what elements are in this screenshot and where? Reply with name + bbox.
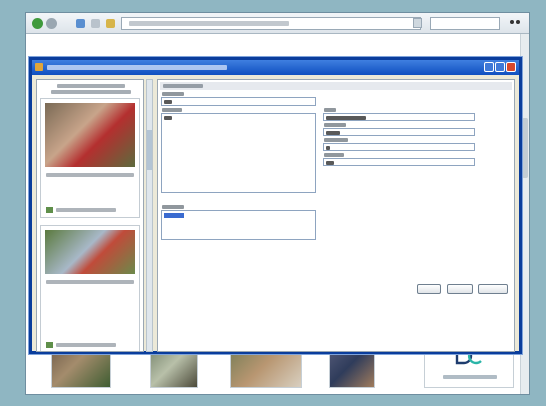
minimize-icon[interactable]: [484, 62, 494, 72]
image-list: [36, 79, 144, 352]
list-header: [57, 84, 125, 88]
text-field[interactable]: [323, 113, 475, 121]
field-value: [326, 161, 334, 165]
field-value: [164, 100, 172, 104]
text-field[interactable]: [323, 128, 475, 136]
list-item-link[interactable]: [56, 208, 116, 212]
web-page: [26, 34, 529, 394]
browser-window: [25, 12, 530, 395]
field-label: [162, 205, 184, 209]
field-value: [164, 116, 172, 120]
app-icon: [35, 63, 43, 71]
list-item-link[interactable]: [56, 343, 116, 347]
field-label: [324, 153, 344, 157]
toolbar-menu[interactable]: [510, 19, 524, 27]
back-arrow-icon[interactable]: [32, 18, 43, 29]
list-scrollbar[interactable]: [146, 79, 153, 352]
list-scrollbar-thumb[interactable]: [147, 130, 152, 170]
forward-arrow-icon[interactable]: [46, 18, 57, 29]
field-label: [162, 92, 184, 96]
reset-button[interactable]: [447, 284, 473, 294]
field-label: [162, 108, 182, 112]
list-item[interactable]: [40, 98, 140, 218]
image-icon: [46, 207, 53, 213]
field-value: [326, 131, 340, 135]
field-label: [324, 138, 348, 142]
edit-dialog: [29, 57, 522, 354]
home-icon[interactable]: [76, 19, 85, 28]
close-icon[interactable]: [506, 62, 516, 72]
list-subheader: [51, 90, 131, 94]
form-header-label: [163, 84, 203, 88]
browser-toolbar: [26, 13, 529, 34]
list-item-photo[interactable]: [45, 103, 135, 167]
save-button[interactable]: [417, 284, 441, 294]
list-item-caption: [46, 173, 134, 177]
text-field[interactable]: [161, 97, 316, 106]
address-bar[interactable]: [121, 17, 421, 30]
caption-textarea[interactable]: [161, 113, 316, 193]
page-scrollbar-thumb[interactable]: [522, 118, 528, 178]
list-item[interactable]: [40, 225, 140, 351]
star-icon[interactable]: [106, 19, 115, 28]
dialog-title: [47, 65, 227, 70]
form-header: [160, 82, 512, 90]
image-icon: [46, 342, 53, 348]
text-field[interactable]: [323, 158, 475, 166]
keywords-textarea[interactable]: [161, 210, 316, 240]
field-label: [324, 123, 346, 127]
address-dropdown-button[interactable]: [413, 18, 422, 28]
field-value: [326, 146, 330, 150]
list-item-photo[interactable]: [45, 230, 135, 274]
address-text: [129, 21, 289, 26]
metadata-form: [157, 79, 515, 352]
list-item-caption: [46, 280, 134, 284]
refresh-icon[interactable]: [91, 19, 100, 28]
logo-caption: [443, 375, 497, 379]
field-label: [324, 108, 336, 112]
search-input[interactable]: [430, 17, 500, 30]
close-button[interactable]: [478, 284, 508, 294]
selected-keyword: [164, 213, 184, 218]
text-field[interactable]: [323, 143, 475, 151]
maximize-icon[interactable]: [495, 62, 505, 72]
dialog-titlebar[interactable]: [32, 60, 519, 75]
field-value: [326, 116, 366, 120]
